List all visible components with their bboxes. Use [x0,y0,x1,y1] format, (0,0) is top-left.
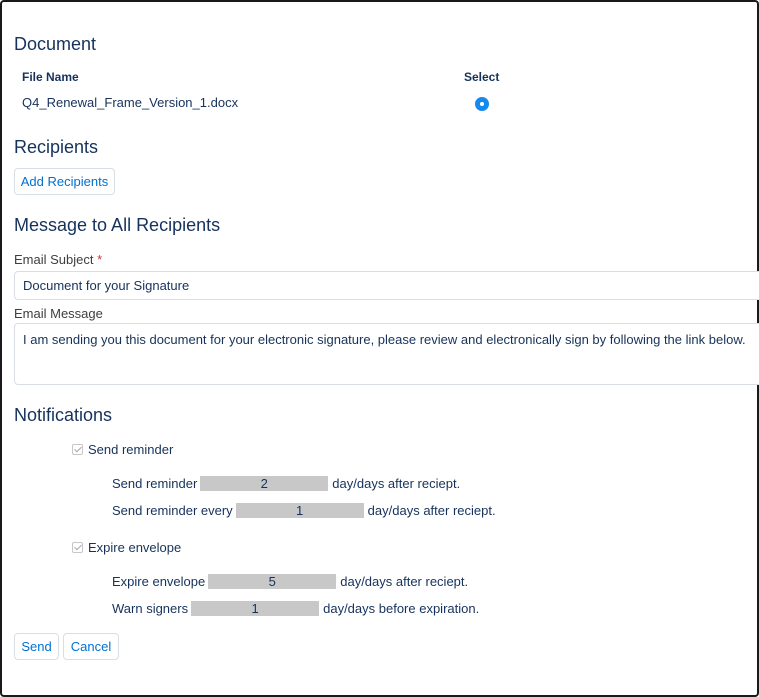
send-reminder-every-field[interactable]: 1 [235,503,364,518]
document-heading: Document [14,34,97,54]
select-radio[interactable] [475,97,489,111]
cancel-button[interactable]: Cancel [63,633,119,660]
send-reminder-after-field[interactable]: 2 [200,476,329,491]
send-reminder-after-row: Send reminder 2 day/days after reciept. [112,476,460,491]
expire-envelope-label: Expire envelope [112,574,206,589]
expire-envelope-checkbox-row[interactable]: Expire envelope [72,540,181,555]
warn-signers-suffix: day/days before expiration. [323,601,480,616]
warn-signers-field[interactable]: 1 [191,601,320,616]
dialog-frame: Document File Name Select Q4_Renewal_Fra… [0,0,759,697]
add-recipients-button[interactable]: Add Recipients [14,168,115,195]
expire-envelope-checkbox-label: Expire envelope [88,540,182,555]
expire-envelope-suffix: day/days after reciept. [340,574,469,589]
message-heading: Message to All Recipients [14,215,221,235]
recipients-heading: Recipients [14,137,99,157]
send-reminder-every-suffix: day/days after reciept. [367,503,496,518]
warn-signers-row: Warn signers 1 day/days before expiratio… [112,601,479,616]
email-subject-value: Document for your Signature [23,278,190,293]
file-name-column-header: File Name [22,70,79,84]
email-message-label: Email Message [14,306,103,321]
send-reminder-after-suffix: day/days after reciept. [332,476,461,491]
email-subject-input[interactable]: Document for your Signature [14,271,759,300]
notifications-heading: Notifications [14,405,113,425]
send-reminder-checkbox[interactable] [72,444,83,455]
email-subject-label: Email Subject * [14,252,102,267]
email-message-textarea[interactable]: I am sending you this document for your … [14,323,759,385]
email-message-value: I am sending you this document for your … [23,332,746,347]
expire-envelope-field[interactable]: 5 [208,574,337,589]
file-name-cell: Q4_Renewal_Frame_Version_1.docx [22,95,239,110]
email-subject-label-text: Email Subject [14,252,94,267]
warn-signers-label: Warn signers [112,601,189,616]
send-reminder-checkbox-row[interactable]: Send reminder [72,442,173,457]
expire-envelope-checkbox[interactable] [72,542,83,553]
send-reminder-every-label: Send reminder every [112,503,233,518]
required-marker: * [97,252,103,267]
send-button[interactable]: Send [14,633,59,660]
send-reminder-checkbox-label: Send reminder [88,442,174,457]
select-column-header: Select [464,70,500,84]
send-reminder-every-row: Send reminder every 1 day/days after rec… [112,503,496,518]
expire-envelope-row: Expire envelope 5 day/days after reciept… [112,574,468,589]
send-reminder-after-label: Send reminder [112,476,198,491]
